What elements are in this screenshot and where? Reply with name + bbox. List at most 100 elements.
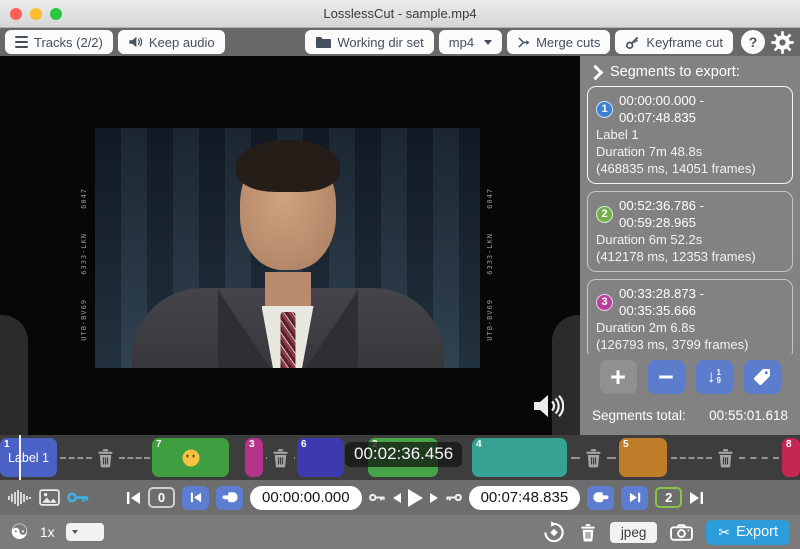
key-right-icon[interactable] [445,492,462,503]
step-forward-icon[interactable] [429,492,438,503]
zero-index-box[interactable]: 0 [148,487,175,508]
film-mark-text: 6047 [486,188,494,209]
trash-icon[interactable] [271,448,290,468]
minimize-window-button[interactable] [30,8,42,20]
timeline-playhead[interactable] [19,435,21,480]
merge-cuts-button[interactable]: Merge cuts [507,30,611,54]
keyframes-toggle-icon[interactable] [67,490,90,505]
key-left-icon[interactable] [368,492,386,503]
keyframe-cut-button[interactable]: Keyframe cut [615,30,733,54]
speaker-neck [264,272,311,306]
settings-gear-icon[interactable] [770,30,795,55]
keyframe-cut-label: Keyframe cut [646,34,723,50]
segments-total-label: Segments total: [592,408,686,423]
speed-label: 1x [39,524,55,540]
timeline-segment-number: 6 [301,439,307,450]
timeline[interactable]: 00:02:36.456 1Label 17362458 [0,435,800,480]
segment-frames: (126793 ms, 3799 frames) [596,337,749,352]
chevron-down-icon [484,39,493,45]
trash-icon[interactable] [716,448,735,468]
remove-segment-button[interactable]: − [647,360,685,394]
chevron-right-icon [587,64,604,80]
current-segment-box[interactable]: 2 [655,487,683,508]
set-cut-end-button[interactable] [587,485,615,510]
timeline-segment[interactable]: 8 [782,438,800,477]
playback-mode-icon[interactable]: ☯ [10,522,29,543]
export-button[interactable]: ✂ Export [706,519,790,545]
main-area: 6047 6333-LKN UTB-BV69 6047 6333-LKN UTB-BV6… [0,56,800,435]
play-icon[interactable] [407,488,423,507]
set-cut-start-button[interactable] [216,485,243,510]
film-mark-text: UTB-BV69 [80,298,88,341]
segment-number-badge: 2 [596,205,613,223]
zoom-window-button[interactable] [50,8,62,20]
volume-icon[interactable] [532,393,564,419]
film-mark-text: UTB-BV69 [486,298,494,341]
segment-number-badge: 3 [596,293,613,311]
snapshot-format-button[interactable]: jpeg [609,521,658,543]
jump-prev-segment-button[interactable] [182,485,209,510]
gap-dashes [118,456,150,459]
waveform-icon[interactable] [8,489,32,507]
segment-card[interactable]: 2 00:52:36.786 - 00:59:28.965 Duration 6m … [587,191,793,272]
label-segment-button[interactable] [743,360,781,394]
segment-list[interactable]: 1 00:00:00.000 - 00:07:48.835 Label 1 Durat… [580,86,800,354]
sort-segments-button[interactable]: ↓ 1 9 [695,360,733,394]
timeline-segment[interactable]: 6 [297,438,344,477]
window-controls [10,8,62,20]
gap-dashes [738,456,779,459]
video-player[interactable]: 6047 6333-LKN UTB-BV69 6047 6333-LKN UTB-BV6… [0,56,580,435]
working-dir-button[interactable]: Working dir set [305,30,434,54]
timeline-segment[interactable]: 7 [152,438,229,477]
trash-icon[interactable] [96,448,115,468]
segment-frames: (468835 ms, 14051 frames) [596,161,756,176]
speed-dropdown[interactable] [65,523,104,541]
rotate-icon[interactable] [542,520,566,544]
bottom-bar: ☯ 1x jpeg ✂ Export [0,515,800,549]
segment-emoji-icon [182,449,199,466]
segment-range: 00:00:00.000 - 00:07:48.835 [619,93,705,125]
film-mark-text: 6047 [80,188,88,209]
timeline-segment[interactable]: 3 [245,438,263,477]
segments-header-label: Segments to export: [610,64,740,80]
toolbar: Tracks (2/2) Keep audio Working dir set … [0,28,800,56]
jump-end-icon[interactable] [689,491,704,505]
timeline-segment-number: 5 [623,439,629,450]
jump-start-icon[interactable] [126,491,141,505]
output-format-dropdown[interactable]: mp4 [438,30,503,54]
keep-audio-label: Keep audio [148,34,215,50]
segment-label: Label 1 [596,127,639,142]
tag-icon [754,369,770,385]
segment-card[interactable]: 1 00:00:00.000 - 00:07:48.835 Label 1 Durat… [587,86,793,184]
timeline-segment[interactable]: 5 [619,438,667,477]
close-window-button[interactable] [10,8,22,20]
segment-card[interactable]: 3 00:33:28.873 - 00:35:35.666 Duration 2m … [587,279,793,354]
timeline-segment-number: 4 [476,439,482,450]
tracks-icon [15,36,28,48]
add-segment-button[interactable]: + [599,360,637,394]
output-format-value: mp4 [448,34,475,50]
cut-start-time-field[interactable]: 00:00:00.000 [250,485,362,510]
timeline-segment-number: 8 [786,439,792,450]
film-edge-markings-left: 6047 6333-LKN UTB-BV69 [80,188,88,340]
timeline-segment[interactable]: 1 Label 1 [0,438,57,477]
hand-point-right-icon [593,492,609,503]
segments-total-row: Segments total: 00:55:01.618 [580,398,800,423]
trash-icon[interactable] [584,448,603,468]
segment-times-row: 1 00:00:00.000 - 00:07:48.835 [596,92,784,126]
thumbnails-icon[interactable] [39,489,60,506]
segments-total-value: 00:55:01.618 [709,408,788,423]
tracks-button[interactable]: Tracks (2/2) [5,30,113,54]
timeline-segment[interactable]: 4 [472,438,567,477]
camera-icon[interactable] [670,523,694,541]
segment-duration: Duration 2m 6.8s [596,320,695,335]
gap-dashes [671,456,712,459]
segments-panel-header[interactable]: Segments to export: [580,63,800,86]
keep-audio-button[interactable]: Keep audio [117,30,225,54]
segment-number-badge: 1 [596,100,613,118]
jump-next-segment-button[interactable] [621,485,649,510]
help-button[interactable]: ? [741,30,765,54]
step-back-icon[interactable] [392,492,401,503]
trash-icon[interactable] [579,523,597,542]
cut-end-time-field[interactable]: 00:07:48.835 [468,485,581,510]
